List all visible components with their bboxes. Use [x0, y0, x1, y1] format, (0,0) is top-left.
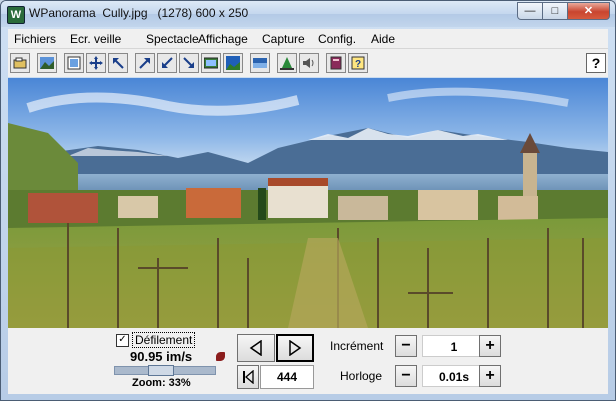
- svg-text:?: ?: [355, 59, 361, 70]
- pyramid-icon: [280, 57, 294, 70]
- picture-icon: [40, 57, 54, 69]
- clock-field[interactable]: 0.01s: [422, 365, 486, 387]
- shrink-button[interactable]: [157, 53, 177, 73]
- previous-button[interactable]: [237, 334, 275, 362]
- speed-readout: 90.95 im/s: [130, 349, 193, 364]
- frame-button[interactable]: [64, 53, 84, 73]
- fit-window-icon: [204, 57, 218, 69]
- close-button[interactable]: ✕: [567, 2, 610, 20]
- increment-label: Incrément: [330, 339, 384, 353]
- control-panel: ✓ Défilement 90.95 im/s Zoom: 33% 444 In…: [8, 328, 608, 394]
- book-icon: [330, 56, 342, 70]
- menu-fichiers[interactable]: Fichiers: [14, 32, 56, 46]
- clock-label: Horloge: [340, 369, 383, 383]
- menu-bar: Fichiers Ecr. veille Spectacle Affichage…: [8, 29, 608, 49]
- scroll-label[interactable]: Défilement: [132, 332, 196, 348]
- open-button[interactable]: [10, 53, 30, 73]
- landscape-button[interactable]: [223, 53, 243, 73]
- move-button[interactable]: [86, 53, 106, 73]
- landscape-icon: [226, 56, 240, 70]
- reduce-button[interactable]: [179, 53, 199, 73]
- reduce-icon: [183, 57, 194, 68]
- frame-counter: 444: [260, 365, 314, 389]
- zoom-in-button[interactable]: [108, 53, 128, 73]
- shrink-icon: [162, 57, 173, 68]
- horizon-icon: [253, 58, 267, 68]
- horizon-button[interactable]: [250, 53, 270, 73]
- help-doc-button[interactable]: ?: [348, 53, 368, 73]
- clock-plus-button[interactable]: +: [479, 365, 501, 387]
- zoom-slider-thumb[interactable]: [148, 365, 174, 376]
- scroll-checkbox[interactable]: ✓: [116, 334, 129, 347]
- expand-icon: [139, 58, 150, 69]
- title-bar[interactable]: W WPanorama Cully.jpg (1278) 600 x 250 —…: [1, 1, 615, 27]
- sound-button[interactable]: [299, 53, 319, 73]
- triangle-right-icon: [289, 340, 302, 356]
- clock-minus-button[interactable]: −: [395, 365, 417, 387]
- minimize-button[interactable]: —: [517, 2, 543, 20]
- maximize-button[interactable]: □: [542, 2, 568, 20]
- sound-icon: [303, 58, 314, 68]
- menu-aide[interactable]: Aide: [371, 32, 395, 46]
- increment-plus-button[interactable]: +: [479, 335, 501, 357]
- zoom-slider[interactable]: [114, 365, 216, 376]
- frame-icon: [67, 56, 81, 70]
- help-button[interactable]: ?: [586, 53, 606, 73]
- increment-field[interactable]: 1: [422, 335, 486, 357]
- first-frame-button[interactable]: [237, 365, 259, 389]
- increment-minus-button[interactable]: −: [395, 335, 417, 357]
- panorama-photo: [8, 78, 608, 328]
- window-title: WPanorama Cully.jpg (1278) 600 x 250: [29, 6, 249, 20]
- picture-button[interactable]: [37, 53, 57, 73]
- zoom-readout: Zoom: 33%: [132, 377, 191, 389]
- open-icon: [13, 57, 27, 69]
- menu-spectacle[interactable]: Spectacle: [146, 32, 199, 46]
- app-icon[interactable]: W: [7, 6, 25, 24]
- toolbar: ? ?: [8, 49, 608, 77]
- triangle-left-icon: [249, 340, 262, 356]
- app-window: W WPanorama Cully.jpg (1278) 600 x 250 —…: [0, 0, 616, 401]
- help-doc-icon: ?: [351, 56, 365, 70]
- move-icon: [89, 56, 103, 70]
- next-button[interactable]: [276, 334, 314, 362]
- zoom-in-icon: [113, 58, 124, 69]
- panorama-image[interactable]: [8, 78, 608, 328]
- menu-ecran-veille[interactable]: Ecr. veille: [70, 32, 121, 46]
- menu-capture[interactable]: Capture: [262, 32, 305, 46]
- skip-start-icon: [243, 370, 254, 384]
- menu-affichage[interactable]: Affichage: [198, 32, 248, 46]
- speed-icon: [216, 352, 225, 361]
- fit-window-button[interactable]: [201, 53, 221, 73]
- book-button[interactable]: [326, 53, 346, 73]
- menu-config[interactable]: Config.: [318, 32, 356, 46]
- pyramid-button[interactable]: [277, 53, 297, 73]
- expand-button[interactable]: [135, 53, 155, 73]
